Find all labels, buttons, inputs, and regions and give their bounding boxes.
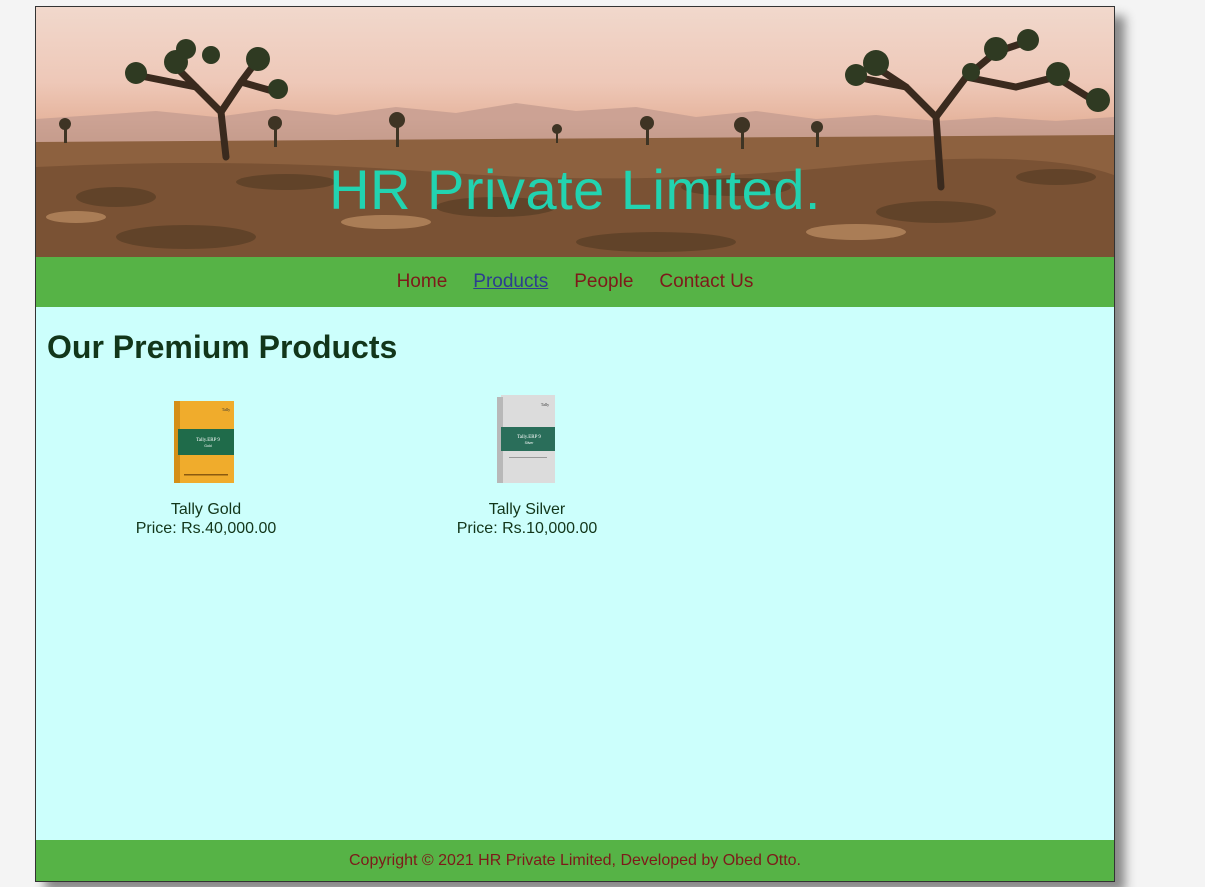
page-footer: Copyright © 2021 HR Private Limited, Dev… <box>36 840 1114 881</box>
nav-products-link[interactable]: Products <box>473 271 548 293</box>
product-price: Price: Rs.10,000.00 <box>456 520 598 537</box>
product-name: Tally Gold <box>170 501 242 518</box>
main-content: Our Premium Products Tally.ERP 9 Gold Ta… <box>36 307 1114 840</box>
copyright-text: Copyright © 2021 HR Private Limited, Dev… <box>348 851 801 869</box>
nav-contact-link[interactable]: Contact Us <box>659 271 753 293</box>
nav-home-link[interactable]: Home <box>397 271 448 293</box>
page-container: HR Private Limited. Home Products People… <box>35 6 1115 882</box>
product-price: Price: Rs.40,000.00 <box>135 520 277 537</box>
nav-people-link[interactable]: People <box>574 271 633 293</box>
svg-text:Tally.ERP 9: Tally.ERP 9 <box>196 438 220 443</box>
header-banner: HR Private Limited. <box>36 7 1114 257</box>
svg-text:Gold: Gold <box>204 444 211 448</box>
svg-text:Tally.ERP 9: Tally.ERP 9 <box>517 435 541 440</box>
product-card-tally-gold[interactable]: Tally.ERP 9 Gold Tally Tally Gold Price:… <box>106 393 306 538</box>
product-image-tally-silver[interactable]: Tally.ERP 9 Silver Tally <box>427 393 627 485</box>
product-name: Tally Silver <box>488 501 566 518</box>
svg-text:Tally: Tally <box>222 407 230 412</box>
svg-text:Silver: Silver <box>525 441 535 445</box>
site-title: HR Private Limited. <box>329 158 821 221</box>
main-navigation: Home Products People Contact Us <box>36 257 1114 307</box>
svg-text:Tally: Tally <box>541 402 549 407</box>
page-heading: Our Premium Products <box>47 329 398 365</box>
product-card-tally-silver[interactable]: Tally.ERP 9 Silver Tally Tally Silver Pr… <box>427 393 627 538</box>
product-image-tally-gold[interactable]: Tally.ERP 9 Gold Tally <box>106 393 306 485</box>
